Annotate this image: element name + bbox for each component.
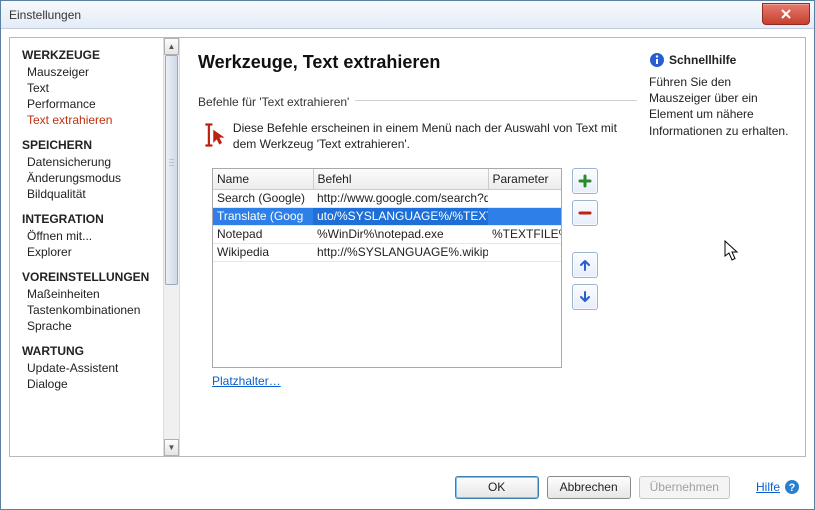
- sidebar-group-header: SPEICHERN: [22, 138, 163, 152]
- page-title: Werkzeuge, Text extrahieren: [198, 52, 637, 73]
- text-extract-icon: [201, 121, 229, 154]
- sidebar-group-header: WERKZEUGE: [22, 48, 163, 62]
- arrow-up-icon: [578, 258, 592, 272]
- quickhelp-title: Schnellhilfe: [669, 53, 736, 67]
- close-button[interactable]: [762, 3, 810, 25]
- sidebar-item[interactable]: Performance: [22, 96, 163, 112]
- sidebar-item[interactable]: Update-Assistent: [22, 360, 163, 376]
- sidebar-item[interactable]: Änderungsmodus: [22, 170, 163, 186]
- sidebar: WERKZEUGE MauszeigerTextPerformanceText e…: [10, 38, 163, 456]
- plus-icon: [578, 174, 592, 188]
- sidebar-group-header: INTEGRATION: [22, 212, 163, 226]
- help-link-label: Hilfe: [756, 480, 780, 494]
- scroll-track[interactable]: [164, 55, 179, 439]
- info-icon: [649, 52, 665, 68]
- titlebar: Einstellungen: [1, 1, 814, 29]
- move-up-button[interactable]: [572, 252, 598, 278]
- col-name[interactable]: Name: [213, 169, 313, 189]
- scroll-up-button[interactable]: ▲: [164, 38, 179, 55]
- cell-parameter[interactable]: [488, 207, 562, 225]
- col-parameter[interactable]: Parameter: [488, 169, 562, 189]
- add-button[interactable]: [572, 168, 598, 194]
- remove-button[interactable]: [572, 200, 598, 226]
- quickhelp-panel: Schnellhilfe Führen Sie den Mauszeiger ü…: [649, 52, 793, 446]
- fieldset-header: Befehle für 'Text extrahieren': [198, 93, 637, 111]
- sidebar-item[interactable]: Öffnen mit...: [22, 228, 163, 244]
- move-down-button[interactable]: [572, 284, 598, 310]
- dialog-footer: OK Abbrechen Übernehmen Hilfe ?: [1, 465, 814, 509]
- help-icon: ?: [784, 479, 800, 495]
- cell-befehl[interactable]: uto/%SYSLANGUAGE%/%TEXT%: [313, 207, 488, 225]
- cell-befehl[interactable]: %WinDir%\notepad.exe: [313, 225, 488, 243]
- scroll-thumb[interactable]: [165, 55, 178, 285]
- cell-parameter[interactable]: [488, 189, 562, 207]
- minus-icon: [578, 206, 592, 220]
- cell-parameter[interactable]: [488, 243, 562, 261]
- sidebar-item[interactable]: Maßeinheiten: [22, 286, 163, 302]
- sidebar-item[interactable]: Mauszeiger: [22, 64, 163, 80]
- cell-befehl[interactable]: http://www.google.com/search?q: [313, 189, 488, 207]
- description-text: Diese Befehle erscheinen in einem Menü n…: [233, 121, 637, 154]
- cell-name[interactable]: Search (Google): [213, 189, 313, 207]
- placeholder-link[interactable]: Platzhalter…: [212, 374, 637, 388]
- ok-button[interactable]: OK: [455, 476, 539, 499]
- svg-text:?: ?: [789, 482, 796, 494]
- help-link[interactable]: Hilfe ?: [756, 479, 800, 495]
- sidebar-item[interactable]: Text: [22, 80, 163, 96]
- sidebar-group-header: VOREINSTELLUNGEN: [22, 270, 163, 284]
- table-row[interactable]: Notepad%WinDir%\notepad.exe%TEXTFILE%: [213, 225, 562, 243]
- sidebar-item[interactable]: Bildqualität: [22, 186, 163, 202]
- arrow-down-icon: [578, 290, 592, 304]
- scroll-down-button[interactable]: ▼: [164, 439, 179, 456]
- cell-name[interactable]: Translate (Goog: [213, 207, 313, 225]
- window-title: Einstellungen: [9, 8, 81, 22]
- sidebar-group-header: WARTUNG: [22, 344, 163, 358]
- sidebar-item[interactable]: Datensicherung: [22, 154, 163, 170]
- table-row[interactable]: Translate (Googuto/%SYSLANGUAGE%/%TEXT%: [213, 207, 562, 225]
- fieldset-label: Befehle für 'Text extrahieren': [198, 95, 355, 109]
- table-row[interactable]: Search (Google)http://www.google.com/sea…: [213, 189, 562, 207]
- sidebar-item[interactable]: Text extrahieren: [22, 112, 163, 128]
- sidebar-item[interactable]: Sprache: [22, 318, 163, 334]
- commands-table[interactable]: Name Befehl Parameter Search (Google)htt…: [212, 168, 562, 368]
- sidebar-item[interactable]: Explorer: [22, 244, 163, 260]
- sidebar-scrollbar[interactable]: ▲ ▼: [163, 38, 180, 456]
- cancel-button[interactable]: Abbrechen: [547, 476, 631, 499]
- close-icon: [780, 8, 792, 20]
- cell-name[interactable]: Notepad: [213, 225, 313, 243]
- cell-parameter[interactable]: %TEXTFILE%: [488, 225, 562, 243]
- apply-button: Übernehmen: [639, 476, 730, 499]
- table-row[interactable]: Wikipediahttp://%SYSLANGUAGE%.wikipec: [213, 243, 562, 261]
- sidebar-item[interactable]: Tastenkombinationen: [22, 302, 163, 318]
- cell-befehl[interactable]: http://%SYSLANGUAGE%.wikipec: [313, 243, 488, 261]
- quickhelp-text: Führen Sie den Mauszeiger über ein Eleme…: [649, 74, 793, 139]
- cell-name[interactable]: Wikipedia: [213, 243, 313, 261]
- sidebar-item[interactable]: Dialoge: [22, 376, 163, 392]
- col-befehl[interactable]: Befehl: [313, 169, 488, 189]
